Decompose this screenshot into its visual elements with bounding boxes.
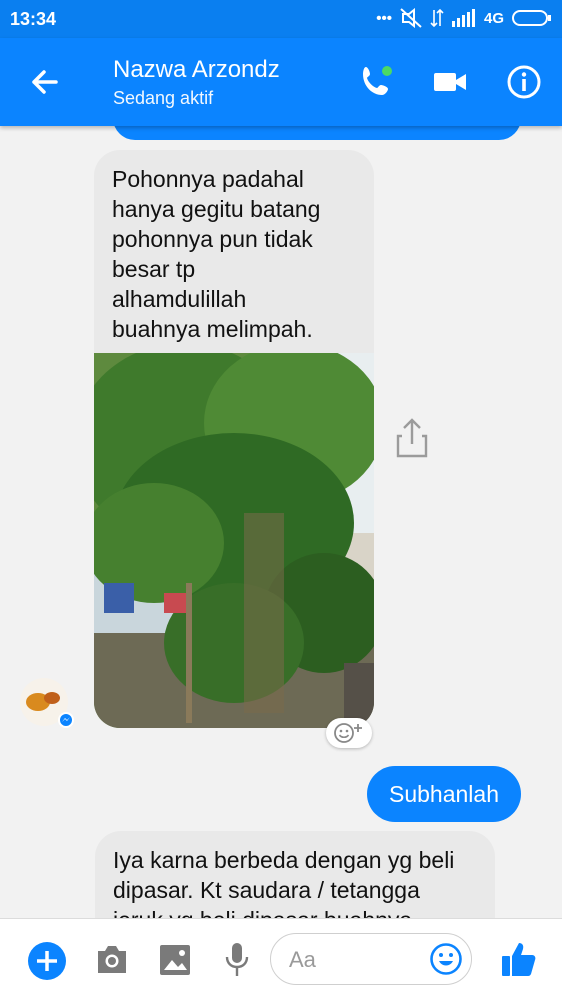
emoji-icon[interactable] (429, 942, 463, 976)
image-icon[interactable] (158, 943, 192, 977)
video-camera-icon[interactable] (430, 62, 470, 102)
message-input-box[interactable] (270, 933, 472, 985)
status-icons: ••• 4G (376, 8, 552, 28)
phone-icon[interactable] (356, 62, 396, 102)
add-reaction-icon[interactable] (326, 718, 372, 748)
network-type: 4G (483, 9, 504, 27)
camera-icon[interactable] (94, 943, 130, 977)
arrow-left-icon[interactable] (26, 64, 62, 100)
more-dots-icon: ••• (376, 9, 392, 27)
sent-message-bubble[interactable]: Subhanlah (367, 766, 521, 822)
received-message-bubble[interactable]: Iya karna berbeda dengan yg beli dipasar… (95, 831, 495, 918)
received-message-text: Pohonnya padahal hanya gegitu batang poh… (112, 166, 321, 342)
message-input[interactable] (287, 944, 421, 976)
plus-icon[interactable] (27, 941, 67, 981)
status-bar: 13:34 ••• 4G (0, 0, 562, 38)
battery-icon (512, 10, 551, 26)
share-icon[interactable] (394, 416, 430, 460)
avatar[interactable] (18, 676, 74, 728)
contact-name[interactable]: Nazwa Arzondz (113, 56, 280, 84)
status-time: 13:34 (10, 9, 57, 29)
info-icon[interactable] (504, 62, 544, 102)
received-message-card[interactable]: Pohonnya padahal hanya gegitu batang poh… (94, 150, 374, 728)
data-arrows-icon (430, 8, 444, 28)
thumbs-up-icon[interactable] (500, 939, 538, 979)
mute-icon (400, 8, 422, 28)
message-photo[interactable] (94, 353, 374, 728)
message-list[interactable]: Pohonnya padahal hanya gegitu batang poh… (0, 126, 562, 918)
signal-icon (451, 9, 475, 27)
contact-status: Sedang aktif (113, 88, 214, 108)
composer-bar (0, 918, 562, 1001)
conversation-header: Nazwa Arzondz Sedang aktif (0, 38, 562, 126)
sent-message-bubble-partial[interactable] (113, 126, 521, 140)
microphone-icon[interactable] (224, 941, 250, 979)
